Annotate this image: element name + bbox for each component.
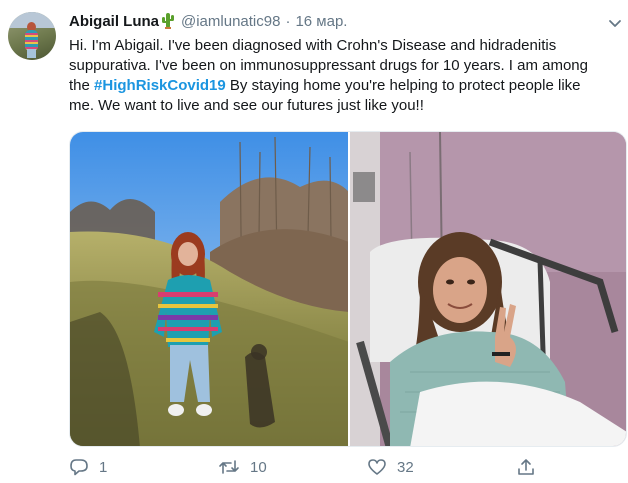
tweet-media [69,131,627,447]
hashtag-link[interactable]: #HighRiskCovid19 [94,77,226,94]
share-icon [516,458,536,476]
like-button[interactable]: 32 [367,458,414,476]
tweet-text: Hi. I'm Abigail. I've been diagnosed wit… [69,36,609,116]
like-count: 32 [397,458,414,476]
author-name[interactable]: Abigail Luna [69,13,159,30]
avatar[interactable] [8,12,56,60]
cactus-icon [161,12,175,29]
avatar-body [25,30,38,50]
tweet[interactable]: Abigail Luna @iamlunatic98 · 16 мар. Hi.… [0,0,628,483]
reply-icon [69,458,89,476]
separator-dot: · [285,12,291,30]
retweet-button[interactable]: 10 [218,458,267,476]
tweet-content: Abigail Luna @iamlunatic98 · 16 мар. Hi.… [69,10,614,116]
retweet-icon [218,458,240,476]
author-handle[interactable]: @iamlunatic98 [181,13,280,30]
share-button[interactable] [516,458,536,476]
reply-count: 1 [99,458,108,476]
photo-hospital[interactable] [350,132,626,446]
reply-button[interactable]: 1 [69,458,107,476]
tweet-actions: 1 10 32 [69,455,549,479]
tweet-header: Abigail Luna @iamlunatic98 · 16 мар. [69,10,614,32]
retweet-count: 10 [250,458,267,476]
avatar-legs [27,49,36,58]
caret-down-icon[interactable] [606,14,624,32]
like-icon [367,458,387,476]
tweet-date[interactable]: 16 мар. [295,13,347,30]
photo-outdoor[interactable] [70,132,348,446]
